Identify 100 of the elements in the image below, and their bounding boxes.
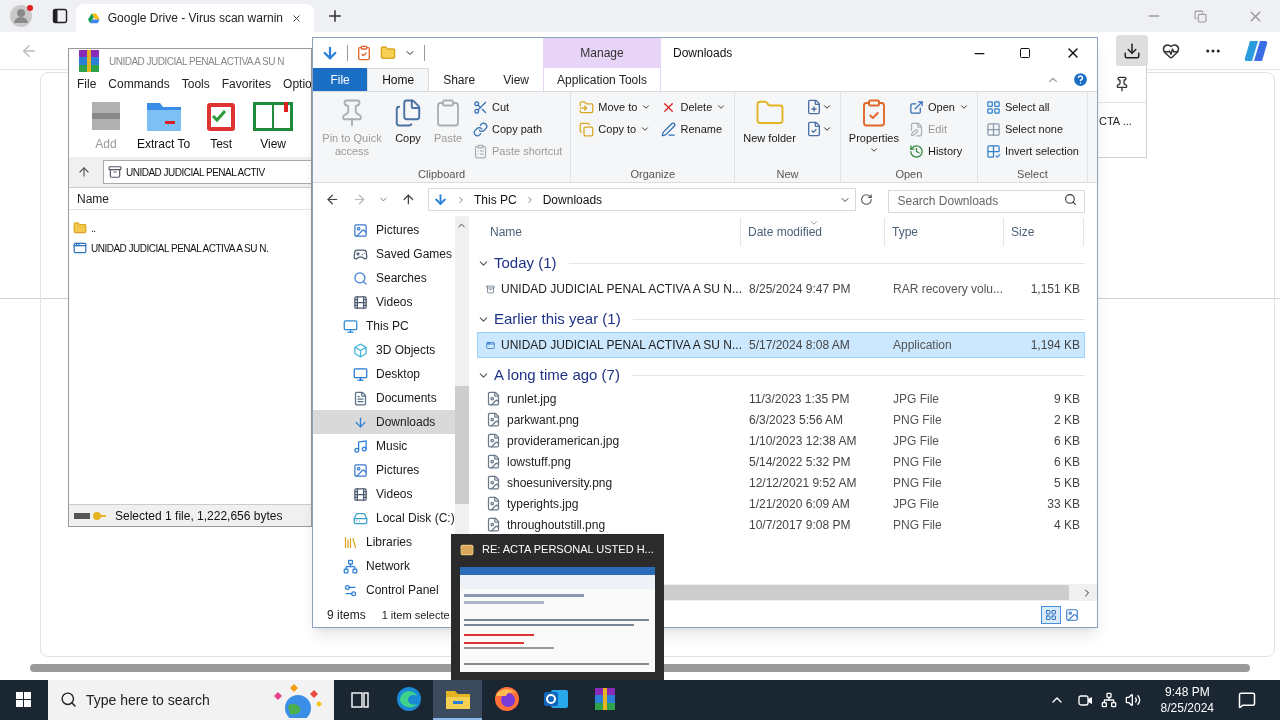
file-row[interactable]: lowstuff.png 5/14/2022 5:32 PM PNG File 6 KB xyxy=(477,451,1085,472)
ribbon-button[interactable]: Select all xyxy=(981,96,1083,118)
file-row[interactable]: provideramerican.jpg 1/10/2023 12:38 AM JPG File 6 KB xyxy=(477,430,1085,451)
notification-icon[interactable] xyxy=(1238,691,1256,709)
menu-item[interactable]: Favorites xyxy=(221,75,272,93)
file-size: 1,194 KB xyxy=(1029,337,1080,354)
nav-item[interactable]: Saved Games xyxy=(313,242,455,266)
menu-item[interactable]: Commands xyxy=(108,75,170,93)
nav-item[interactable]: Downloads xyxy=(313,410,455,434)
ribbon-button[interactable]: Invert selection xyxy=(981,140,1083,162)
file-row[interactable]: typerights.jpg 1/21/2020 6:09 AM JPG File 33 KB xyxy=(477,493,1085,514)
file-date: 11/3/2023 1:35 PM xyxy=(748,390,851,408)
ribbon-tab[interactable]: Application Tools xyxy=(543,68,661,91)
toolbar-button[interactable]: Extract To xyxy=(137,99,191,153)
nav-item[interactable]: Videos xyxy=(313,482,455,506)
nav-item[interactable]: Music xyxy=(313,434,455,458)
nav-item[interactable]: This PC xyxy=(313,314,455,338)
menu-item[interactable]: Optio xyxy=(283,75,311,93)
ribbon-button[interactable]: History xyxy=(905,140,973,162)
nav-item[interactable]: Searches xyxy=(313,266,455,290)
new-tab-icon[interactable] xyxy=(326,7,344,25)
ribbon-button[interactable]: Copy xyxy=(389,94,427,145)
browser-tab[interactable]: Google Drive - Virus scan warnin xyxy=(76,4,314,32)
file-row[interactable]: runlet.jpg 11/3/2023 1:35 PM JPG File 9 KB xyxy=(477,388,1085,409)
column-header[interactable]: Name xyxy=(69,188,311,210)
help-icon[interactable] xyxy=(1072,71,1089,88)
ribbon-button[interactable]: Open xyxy=(905,96,973,118)
file-row[interactable]: throughoutstill.png 10/7/2017 9:08 PM PNG File 4 KB xyxy=(477,514,1085,535)
clock-date[interactable]: 8/25/2024 xyxy=(1160,700,1214,716)
file-row[interactable]: shoesuniversity.png 12/12/2021 9:52 AM PNG File 5 KB xyxy=(477,472,1085,493)
ribbon-button[interactable]: Copy path xyxy=(469,118,567,140)
file-row[interactable]: parkwant.png 6/3/2023 5:56 AM PNG File 2 KB xyxy=(477,409,1085,430)
details-view-button[interactable] xyxy=(1041,606,1061,624)
properties-icon[interactable] xyxy=(356,45,372,61)
ribbon-button[interactable]: Copy to xyxy=(575,118,656,140)
breadcrumb-item[interactable]: This PC xyxy=(474,190,517,209)
nav-item[interactable]: Pictures xyxy=(313,218,455,242)
maximize-icon[interactable] xyxy=(1019,47,1031,59)
file-row[interactable]: .. xyxy=(69,218,311,238)
menu-item[interactable]: Tools xyxy=(181,75,210,93)
file-row[interactable]: UNIDAD JUDICIAL PENAL ACTIVA A SU N. xyxy=(69,238,311,258)
tab-actions-icon[interactable] xyxy=(52,8,68,24)
ribbon-button[interactable]: Move to xyxy=(575,96,656,118)
ribbon-tab[interactable]: File xyxy=(313,68,368,91)
file-type: PNG File xyxy=(892,474,943,492)
up-icon[interactable] xyxy=(401,192,416,207)
nav-item[interactable]: Libraries xyxy=(313,530,455,554)
status-text: Selected 1 file, 1,222,656 bytes xyxy=(115,507,283,525)
address-bar[interactable]: This PC Downloads xyxy=(428,188,856,211)
breadcrumb-item[interactable]: Downloads xyxy=(542,190,603,209)
file-type: Application xyxy=(892,337,953,354)
back-icon[interactable] xyxy=(325,192,340,207)
file-name: lowstuff.png xyxy=(507,453,571,471)
menu-item[interactable]: File xyxy=(77,75,97,93)
downloads-button[interactable] xyxy=(1116,34,1148,67)
ribbon-button[interactable]: Properties xyxy=(844,94,903,155)
ribbon-tab[interactable]: Share xyxy=(429,68,490,91)
network-icon[interactable] xyxy=(1100,692,1117,708)
nav-item[interactable]: Documents xyxy=(313,386,455,410)
up-icon[interactable] xyxy=(77,165,91,179)
ribbon-button[interactable]: Rename xyxy=(657,118,731,140)
nav-item[interactable]: Local Disk (C:) xyxy=(313,506,455,530)
nav-item[interactable]: Pictures xyxy=(313,458,455,482)
file-size: 1,151 KB xyxy=(1029,281,1080,298)
nav-item[interactable]: Control Panel xyxy=(313,578,455,602)
ribbon-button[interactable]: Select none xyxy=(981,118,1083,140)
nav-item[interactable]: 3D Objects xyxy=(313,338,455,362)
ribbon-button[interactable]: New folder xyxy=(739,94,800,145)
thumbnails-view-icon[interactable] xyxy=(1065,608,1079,622)
file-row[interactable]: UNIDAD JUDICIAL PENAL ACTIVA A SU N... 8/25/2024 9:47 PM RAR recovery volu... 1,151 KB xyxy=(477,276,1085,302)
toolbar-button[interactable]: Test xyxy=(204,99,239,153)
down-arrow-icon[interactable] xyxy=(321,44,339,62)
ribbon-tab[interactable]: Home xyxy=(367,68,430,91)
volume-icon[interactable] xyxy=(1124,692,1141,708)
search-field[interactable]: Search Downloads xyxy=(888,189,1085,213)
nav-item[interactable]: Desktop xyxy=(313,362,455,386)
ribbon-button[interactable]: Cut xyxy=(469,96,567,118)
file-type: JPG File xyxy=(892,390,940,408)
taskbar-app[interactable] xyxy=(433,680,482,720)
window-thumbnail-drawing[interactable] xyxy=(460,567,655,672)
column-header[interactable]: Name xyxy=(469,218,741,246)
path-field[interactable]: UNIDAD JUDICIAL PENAL ACTIV xyxy=(103,160,311,184)
column-header[interactable]: Type xyxy=(885,218,1004,246)
download-item-name[interactable]: CTA ... xyxy=(1097,113,1146,130)
column-header[interactable]: Date modified xyxy=(741,218,885,246)
toolbar-button[interactable]: View xyxy=(252,99,295,153)
column-header[interactable]: Size xyxy=(1004,218,1084,246)
nav-item[interactable]: Videos xyxy=(313,290,455,314)
clock-time[interactable]: 9:48 PM xyxy=(1164,684,1210,700)
file-date: 12/12/2021 9:52 AM xyxy=(748,474,858,492)
taskbar-search-field[interactable]: Type here to search xyxy=(48,680,334,720)
meet-icon[interactable] xyxy=(1076,692,1093,708)
refresh-icon[interactable] xyxy=(859,193,873,206)
file-row[interactable]: UNIDAD JUDICIAL PENAL ACTIVA A SU N... 5/17/2024 8:08 AM Application 1,194 KB xyxy=(477,332,1085,358)
ribbon-tab[interactable]: View xyxy=(489,68,543,91)
file-name: UNIDAD JUDICIAL PENAL ACTIVA A SU N... xyxy=(501,337,742,354)
ribbon-button[interactable]: Delete xyxy=(657,96,731,118)
health-icon[interactable] xyxy=(1162,41,1180,60)
nav-item[interactable]: Network xyxy=(313,554,455,578)
avatar-icon xyxy=(9,4,35,28)
